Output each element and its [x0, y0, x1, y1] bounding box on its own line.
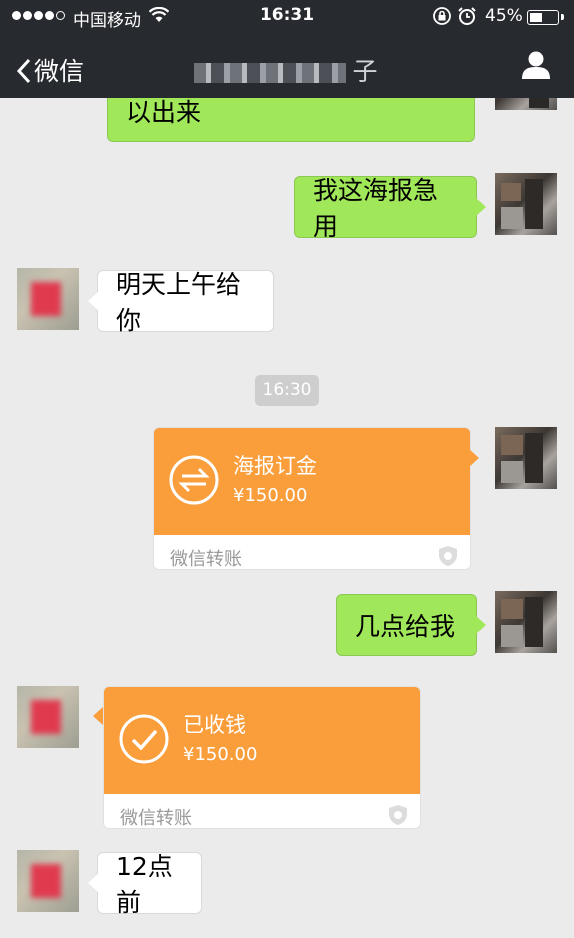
contact-avatar[interactable]: [17, 268, 79, 330]
transfer-card-body: 已收钱 ¥150.00: [104, 687, 420, 794]
chevron-left-icon: [16, 58, 32, 90]
chat-title: 子: [150, 52, 424, 88]
contact-avatar[interactable]: [17, 850, 79, 912]
message-text: 几点给我: [355, 612, 456, 641]
message-bubble-received[interactable]: 明天上午给你: [88, 270, 274, 335]
my-avatar[interactable]: [495, 427, 557, 489]
card-tail: [93, 707, 103, 725]
message-bubble-received[interactable]: 12点前: [88, 852, 202, 917]
battery-tip: [561, 14, 564, 20]
transfer-amount: ¥150.00: [233, 485, 308, 506]
rotation-lock-icon: [432, 6, 452, 31]
shield-icon: [388, 804, 408, 828]
contact-avatar[interactable]: [17, 686, 79, 748]
battery-percent: 45%: [485, 6, 523, 26]
message-bubble-sent[interactable]: 我这海报急用: [294, 176, 486, 241]
message-text: 12点前: [116, 852, 173, 917]
transfer-arrows-icon: [168, 454, 220, 506]
message-text: 以出来: [126, 98, 202, 127]
transfer-card-sent[interactable]: 海报订金 ¥150.00 微信转账: [153, 427, 471, 570]
pixelated-name: [194, 63, 347, 83]
shield-icon: [438, 545, 458, 569]
my-avatar[interactable]: [495, 173, 557, 235]
transfer-title: 已收钱: [183, 713, 246, 737]
alarm-icon: [457, 6, 477, 31]
transfer-card-body: 海报订金 ¥150.00: [154, 428, 470, 535]
transfer-card-footer: 微信转账: [104, 800, 420, 828]
message-text: 明天上午给你: [116, 270, 242, 335]
check-circle-icon: [118, 713, 170, 765]
card-tail: [469, 449, 479, 467]
transfer-label: 微信转账: [170, 549, 242, 570]
battery-icon: [527, 10, 559, 25]
top-bar: 中国移动 16:31 45% 微信 子: [0, 0, 574, 98]
person-icon[interactable]: [520, 50, 552, 84]
back-button[interactable]: 微信: [16, 52, 84, 90]
back-label: 微信: [34, 57, 85, 86]
chat-title-char: 子: [352, 57, 380, 86]
transfer-title: 海报订金: [233, 454, 317, 478]
message-text: 我这海报急用: [313, 176, 439, 241]
navigation-bar: 微信 子: [0, 34, 574, 98]
transfer-label: 微信转账: [120, 808, 192, 829]
transfer-card-footer: 微信转账: [154, 541, 470, 569]
transfer-card-received[interactable]: 已收钱 ¥150.00 微信转账: [103, 686, 421, 829]
my-avatar[interactable]: [495, 591, 557, 653]
timestamp-divider: 16:30: [255, 375, 319, 406]
transfer-amount: ¥150.00: [183, 744, 258, 765]
status-bar: 中国移动 16:31 45%: [0, 0, 574, 34]
message-bubble-sent[interactable]: 几点给我: [336, 594, 486, 656]
